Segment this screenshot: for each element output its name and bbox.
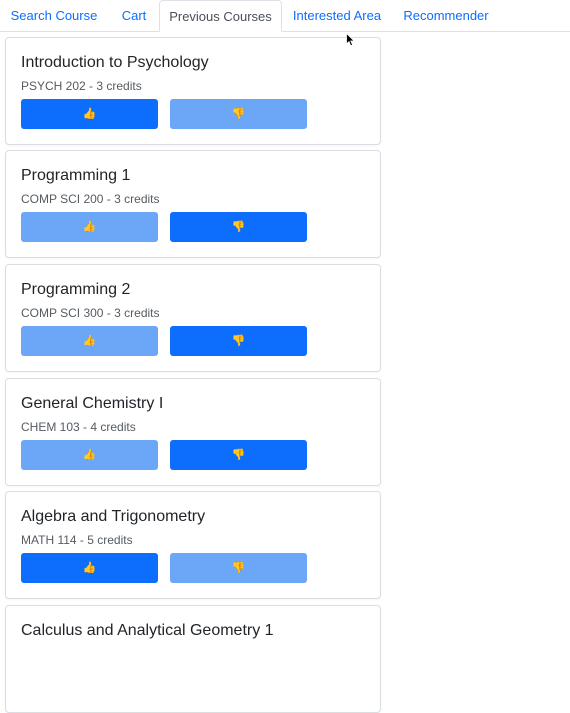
thumbs-up-icon: 👍 [82, 561, 97, 574]
course-card: General Chemistry I CHEM 103 - 4 credits… [5, 378, 381, 486]
thumbs-down-icon: 👎 [231, 220, 246, 233]
thumbs-up-icon: 👍 [82, 107, 97, 120]
dislike-button[interactable]: 👎 [170, 553, 307, 583]
course-code-credits: CHEM 103 - 4 credits [21, 420, 136, 434]
thumbs-down-icon: 👎 [231, 561, 246, 574]
course-title: General Chemistry I [21, 395, 164, 412]
course-code-credits: COMP SCI 200 - 3 credits [21, 192, 160, 206]
course-card: Programming 2 COMP SCI 300 - 3 credits 👍… [5, 264, 381, 372]
course-card: Programming 1 COMP SCI 200 - 3 credits 👍… [5, 150, 381, 258]
course-code-credits: MATH 114 - 5 credits [21, 533, 133, 547]
dislike-button[interactable]: 👎 [170, 99, 307, 129]
course-card: Calculus and Analytical Geometry 1 [5, 605, 381, 713]
dislike-button[interactable]: 👎 [170, 326, 307, 356]
tab-interested-area[interactable]: Interested Area [282, 0, 392, 32]
like-button[interactable]: 👍 [21, 440, 158, 470]
tab-cart[interactable]: Cart [108, 0, 160, 32]
tab-previous-courses[interactable]: Previous Courses [159, 0, 282, 32]
thumbs-down-icon: 👎 [231, 448, 246, 461]
course-title: Programming 2 [21, 281, 131, 298]
course-title: Calculus and Analytical Geometry 1 [21, 622, 274, 639]
mouse-cursor-icon [346, 33, 356, 47]
thumbs-down-icon: 👎 [231, 107, 246, 120]
like-button[interactable]: 👍 [21, 326, 158, 356]
course-card: Introduction to Psychology PSYCH 202 - 3… [5, 37, 381, 145]
like-button[interactable]: 👍 [21, 553, 158, 583]
dislike-button[interactable]: 👎 [170, 440, 307, 470]
dislike-button[interactable]: 👎 [170, 212, 307, 242]
course-title: Programming 1 [21, 167, 131, 184]
like-button[interactable]: 👍 [21, 99, 158, 129]
thumbs-up-icon: 👍 [82, 334, 97, 347]
course-title: Algebra and Trigonometry [21, 508, 206, 525]
like-button[interactable]: 👍 [21, 212, 158, 242]
tab-recommender[interactable]: Recommender [392, 0, 500, 32]
tab-search-course[interactable]: Search Course [0, 0, 108, 32]
course-code-credits: COMP SCI 300 - 3 credits [21, 306, 160, 320]
course-code-credits: PSYCH 202 - 3 credits [21, 79, 142, 93]
thumbs-up-icon: 👍 [82, 448, 97, 461]
course-title: Introduction to Psychology [21, 54, 209, 71]
course-card: Algebra and Trigonometry MATH 114 - 5 cr… [5, 491, 381, 599]
thumbs-up-icon: 👍 [82, 220, 97, 233]
thumbs-down-icon: 👎 [231, 334, 246, 347]
course-tabs: Search Course Cart Previous Courses Inte… [0, 0, 570, 32]
